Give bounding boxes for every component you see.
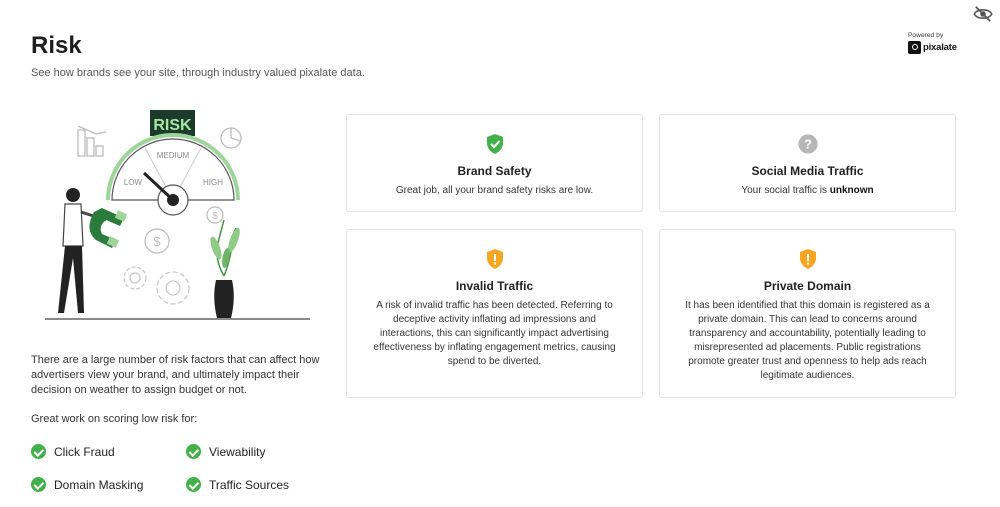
shield-check-icon	[486, 134, 503, 154]
list-item-domain-masking: Domain Masking	[31, 477, 143, 492]
check-circle-icon	[186, 477, 201, 492]
shield-warning-icon	[799, 249, 816, 269]
list-item-viewability: Viewability	[186, 444, 265, 459]
pixalate-logo-text: pixalate	[923, 42, 957, 53]
page-subtitle: See how brands see your site, through in…	[31, 67, 365, 79]
gear-icon	[123, 266, 190, 305]
card-text: Great job, all your brand safety risks a…	[395, 185, 594, 196]
pie-chart-icon	[220, 127, 242, 149]
pixalate-logo: pixalate	[908, 41, 960, 54]
card-title: Private Domain	[763, 279, 852, 293]
risk-gauge-illustration: RISK MEDIUM LOW HIGH $ $	[45, 110, 310, 320]
intro-text: There are a large number of risk factors…	[31, 354, 320, 396]
social-media-traffic-card: ? Social Media Traffic Your social traff…	[659, 114, 956, 212]
card-title: Social Media Traffic	[751, 164, 864, 178]
bar-chart-icon	[77, 125, 107, 157]
hide-section-button[interactable]	[973, 6, 993, 22]
card-text: A risk of invalid traffic has been detec…	[373, 300, 616, 367]
card-title: Invalid Traffic	[455, 279, 534, 293]
private-domain-card: Private Domain It has been identified th…	[659, 229, 956, 398]
invalid-traffic-card: Invalid Traffic A risk of invalid traffi…	[346, 229, 643, 398]
page-title: Risk	[31, 32, 82, 59]
check-circle-icon	[186, 444, 201, 459]
svg-text:$: $	[212, 211, 218, 222]
list-item-label: Domain Masking	[54, 477, 144, 492]
gauge-high-label: HIGH	[203, 178, 223, 187]
list-item-label: Traffic Sources	[209, 477, 290, 492]
plant-vase-icon	[210, 219, 240, 318]
low-risk-heading: Great work on scoring low risk for:	[31, 413, 198, 425]
shield-warning-icon	[486, 249, 503, 269]
powered-by-badge: Powered by pixalate	[908, 32, 960, 54]
powered-by-label: Powered by	[908, 32, 944, 39]
card-title: Brand Safety	[457, 164, 532, 178]
check-circle-icon	[31, 444, 46, 459]
list-item-click-fraud: Click Fraud	[31, 444, 115, 459]
gauge-medium-label: MEDIUM	[157, 151, 190, 160]
check-circle-icon	[31, 477, 46, 492]
social-traffic-status: unknown	[829, 185, 874, 196]
list-item-label: Click Fraud	[54, 444, 115, 459]
svg-text:?: ?	[804, 137, 812, 152]
card-text-prefix: Your social traffic is	[741, 185, 830, 196]
person-with-magnet-illustration	[58, 188, 128, 313]
risk-sign-text: RISK	[153, 117, 192, 134]
list-item-label: Viewability	[209, 444, 266, 459]
pixalate-logo-icon	[908, 41, 921, 54]
magnet-icon	[89, 208, 128, 248]
brand-safety-card: Brand Safety Great job, all your brand s…	[346, 114, 643, 212]
card-text: Your social traffic is unknown	[680, 184, 935, 198]
list-item-traffic-sources: Traffic Sources	[186, 477, 289, 492]
svg-text:$: $	[153, 234, 161, 249]
question-circle-icon: ?	[797, 134, 818, 154]
gauge-low-label: LOW	[124, 178, 143, 187]
card-text: It has been identified that this domain …	[685, 300, 930, 381]
eye-off-icon	[973, 6, 993, 22]
